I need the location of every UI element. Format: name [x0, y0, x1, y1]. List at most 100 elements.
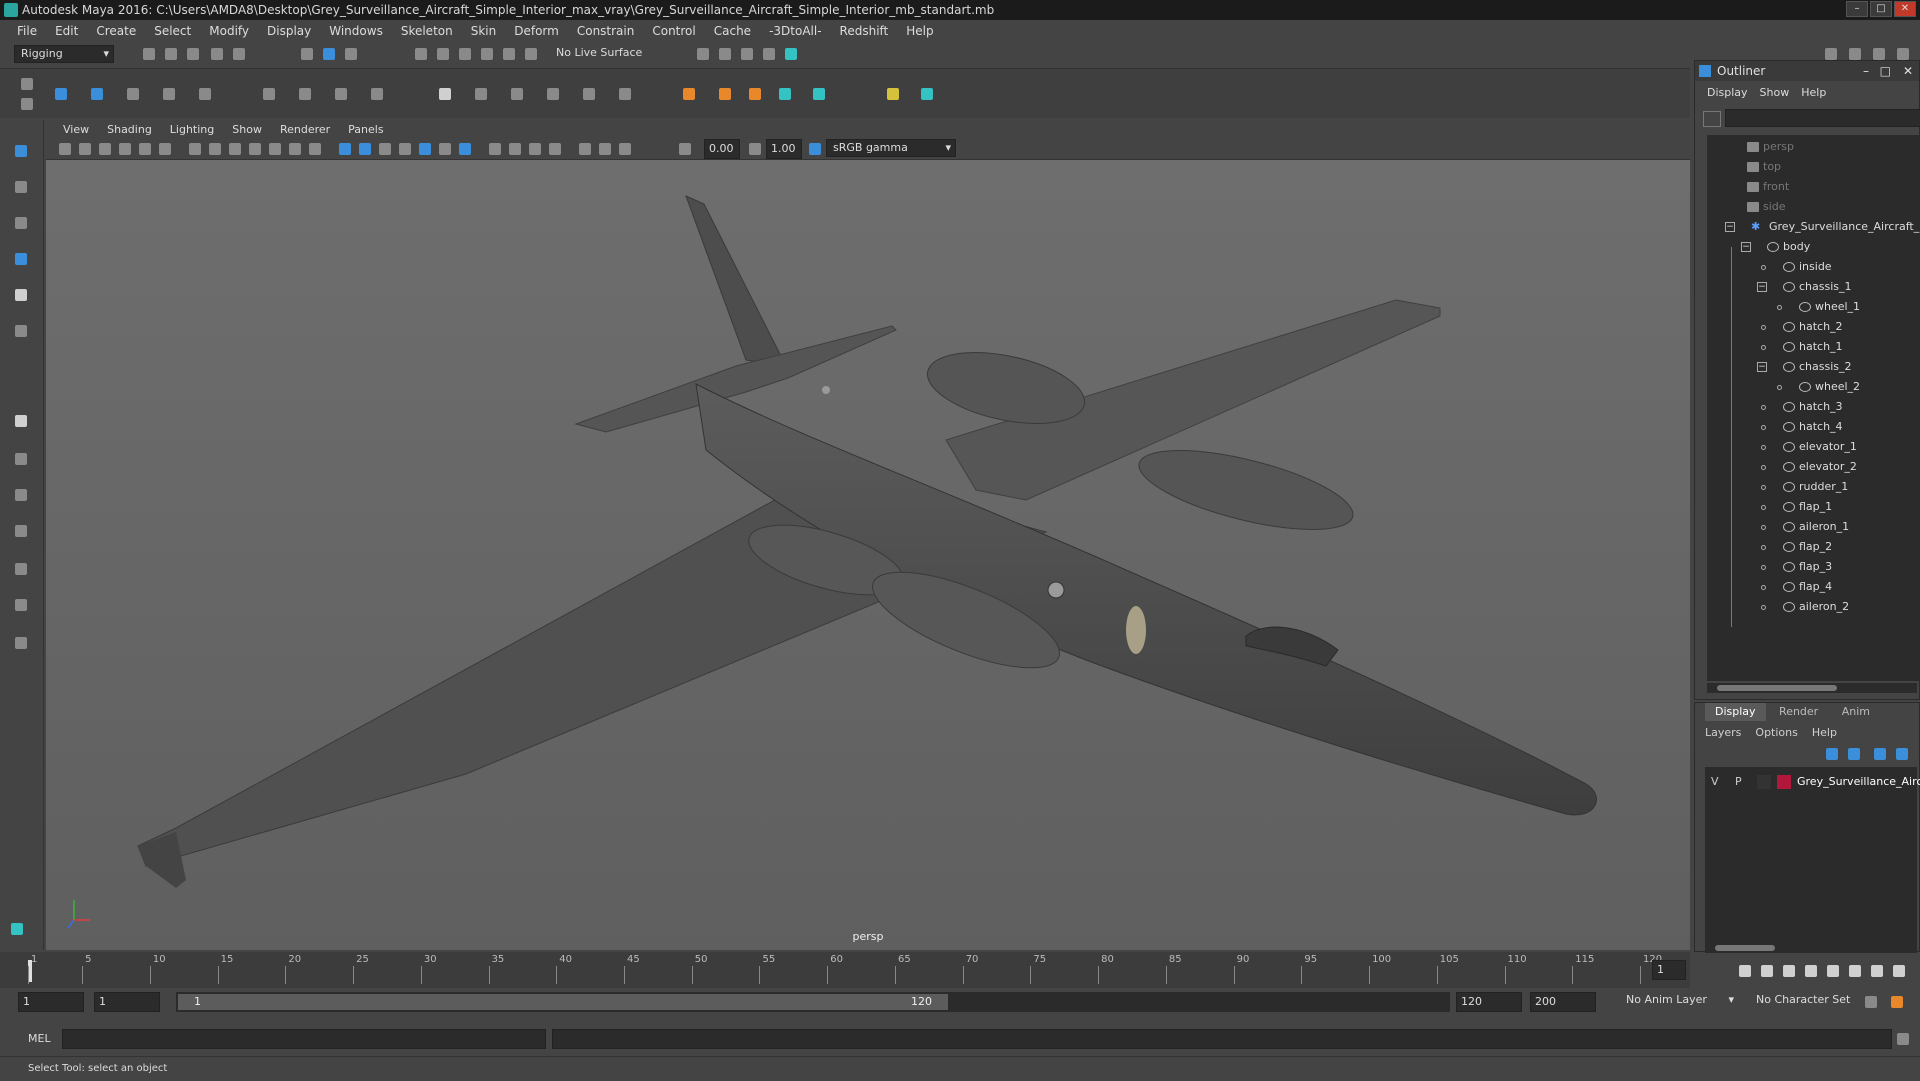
- menu-edit[interactable]: Edit: [46, 24, 87, 38]
- outliner-menu-show[interactable]: Show: [1754, 86, 1796, 99]
- layers-menu-layers[interactable]: Layers: [1705, 726, 1741, 739]
- rotate-tool-icon[interactable]: [12, 286, 30, 304]
- view-transform-dropdown[interactable]: sRGB gamma ▾: [826, 139, 956, 157]
- outliner-item[interactable]: aileron_2: [1783, 597, 1849, 617]
- outliner-item[interactable]: hatch_1: [1783, 337, 1843, 357]
- start-time-field[interactable]: 1: [18, 992, 84, 1012]
- snap-view-icon[interactable]: [478, 45, 496, 63]
- layer-color-swatch[interactable]: [1777, 775, 1791, 789]
- menu-select[interactable]: Select: [145, 24, 200, 38]
- snap-pivot-icon[interactable]: [522, 45, 540, 63]
- open-scene-icon[interactable]: [162, 45, 180, 63]
- shadows-icon[interactable]: [436, 140, 454, 158]
- field-chart-icon[interactable]: [266, 140, 284, 158]
- menu-create[interactable]: Create: [87, 24, 145, 38]
- persp-graph-layout-icon[interactable]: [12, 522, 30, 540]
- image-plane-icon[interactable]: [116, 140, 134, 158]
- auto-key-icon[interactable]: [1862, 993, 1880, 1011]
- select-object-icon[interactable]: [320, 45, 338, 63]
- outliner-maximize-button[interactable]: □: [1880, 61, 1891, 81]
- outliner-item[interactable]: rudder_1: [1783, 477, 1848, 497]
- menu-deform[interactable]: Deform: [505, 24, 568, 38]
- backface-icon[interactable]: [616, 140, 634, 158]
- outliner-search-field[interactable]: [1725, 109, 1920, 127]
- outliner-menu-display[interactable]: Display: [1701, 86, 1754, 99]
- isolate-select-icon[interactable]: [546, 140, 564, 158]
- hik-icon[interactable]: [746, 85, 764, 103]
- select-hierarchy-icon[interactable]: [298, 45, 316, 63]
- layout-menu-icon[interactable]: [12, 634, 30, 652]
- outliner-filter-icon[interactable]: [1703, 111, 1721, 127]
- menu-set-dropdown[interactable]: Rigging ▾: [14, 45, 114, 63]
- menu-control[interactable]: Control: [643, 24, 704, 38]
- render-frame-icon[interactable]: [716, 45, 734, 63]
- locator-icon[interactable]: [680, 85, 698, 103]
- range-slider-track[interactable]: 1 120: [176, 992, 1450, 1012]
- new-layer-from-selected-icon[interactable]: [1893, 745, 1911, 763]
- layer-visibility-toggle[interactable]: V: [1711, 775, 1719, 788]
- outliner-item[interactable]: side: [1747, 197, 1786, 217]
- joint-tool-icon[interactable]: [52, 85, 70, 103]
- lasso-tool-icon[interactable]: [12, 178, 30, 196]
- menu-skeleton[interactable]: Skeleton: [392, 24, 462, 38]
- play-forward-icon[interactable]: [1824, 962, 1842, 980]
- outliner-item[interactable]: chassis_2: [1783, 357, 1852, 377]
- layers-menu-help[interactable]: Help: [1812, 726, 1837, 739]
- xray-joints-icon[interactable]: [596, 140, 614, 158]
- outliner-item[interactable]: top: [1747, 157, 1781, 177]
- outliner-item[interactable]: wheel_2: [1799, 377, 1860, 397]
- redo-icon[interactable]: [230, 45, 248, 63]
- outliner-item[interactable]: ✱ Grey_Surveillance_Aircraft_Si: [1751, 217, 1920, 237]
- outliner-item[interactable]: elevator_2: [1783, 457, 1857, 477]
- outliner-item[interactable]: flap_1: [1783, 497, 1832, 517]
- step-forward-frame-icon[interactable]: [1846, 962, 1864, 980]
- menu-file[interactable]: File: [8, 24, 46, 38]
- point-constraint-icon[interactable]: [436, 85, 454, 103]
- use-lights-icon[interactable]: [416, 140, 434, 158]
- camera-select-icon[interactable]: [56, 140, 74, 158]
- menu-display[interactable]: Display: [258, 24, 320, 38]
- save-scene-icon[interactable]: [184, 45, 202, 63]
- move-layer-down-icon[interactable]: [1845, 745, 1863, 763]
- viewport-menu-view[interactable]: View: [54, 123, 98, 136]
- time-slider[interactable]: 1 5 10 15 20 25 30 35 40 45 50 55 60 65 70 75 80 85 90 95 10…: [0, 952, 1690, 988]
- hypershade-icon[interactable]: [782, 45, 800, 63]
- script-language-label[interactable]: MEL: [28, 1032, 51, 1045]
- playback-start-field[interactable]: 1: [94, 992, 160, 1012]
- color-management-icon[interactable]: [806, 140, 824, 158]
- outliner-horizontal-scrollbar[interactable]: [1707, 683, 1917, 693]
- bake-icon[interactable]: [884, 85, 902, 103]
- safe-action-icon[interactable]: [286, 140, 304, 158]
- undo-icon[interactable]: [208, 45, 226, 63]
- tree-expander[interactable]: −: [1725, 222, 1735, 232]
- outliner-item[interactable]: wheel_1: [1799, 297, 1860, 317]
- play-backward-icon[interactable]: [1802, 962, 1820, 980]
- outliner-menu-help[interactable]: Help: [1795, 86, 1832, 99]
- film-gate-icon[interactable]: [206, 140, 224, 158]
- tree-expander[interactable]: −: [1757, 362, 1767, 372]
- cluster-icon[interactable]: [368, 85, 386, 103]
- exposure-field[interactable]: 0.00: [704, 139, 740, 159]
- xray-icon[interactable]: [576, 140, 594, 158]
- menu-modify[interactable]: Modify: [200, 24, 258, 38]
- move-tool-icon[interactable]: [12, 250, 30, 268]
- snap-curve-icon[interactable]: [434, 45, 452, 63]
- paint-select-icon[interactable]: [12, 214, 30, 232]
- tab-anim[interactable]: Anim: [1832, 703, 1880, 721]
- outliner-minimize-button[interactable]: –: [1863, 61, 1869, 81]
- snap-surface-icon[interactable]: [500, 45, 518, 63]
- safe-title-icon[interactable]: [306, 140, 324, 158]
- ipr-render-icon[interactable]: [738, 45, 756, 63]
- shelf-menu-icon[interactable]: [18, 75, 36, 93]
- orient-joint-icon[interactable]: [196, 85, 214, 103]
- bookmark-icon[interactable]: [96, 140, 114, 158]
- step-forward-key-icon[interactable]: [1868, 962, 1886, 980]
- ambient-occlusion-icon[interactable]: [456, 140, 474, 158]
- minimize-button[interactable]: –: [1846, 1, 1868, 17]
- move-layer-up-icon[interactable]: [1823, 745, 1841, 763]
- outliner-scroll-thumb[interactable]: [1717, 685, 1837, 691]
- outliner-item[interactable]: hatch_4: [1783, 417, 1843, 437]
- outliner-close-button[interactable]: ✕: [1903, 61, 1913, 81]
- render-view-icon[interactable]: [694, 45, 712, 63]
- outliner-item[interactable]: persp: [1747, 137, 1794, 157]
